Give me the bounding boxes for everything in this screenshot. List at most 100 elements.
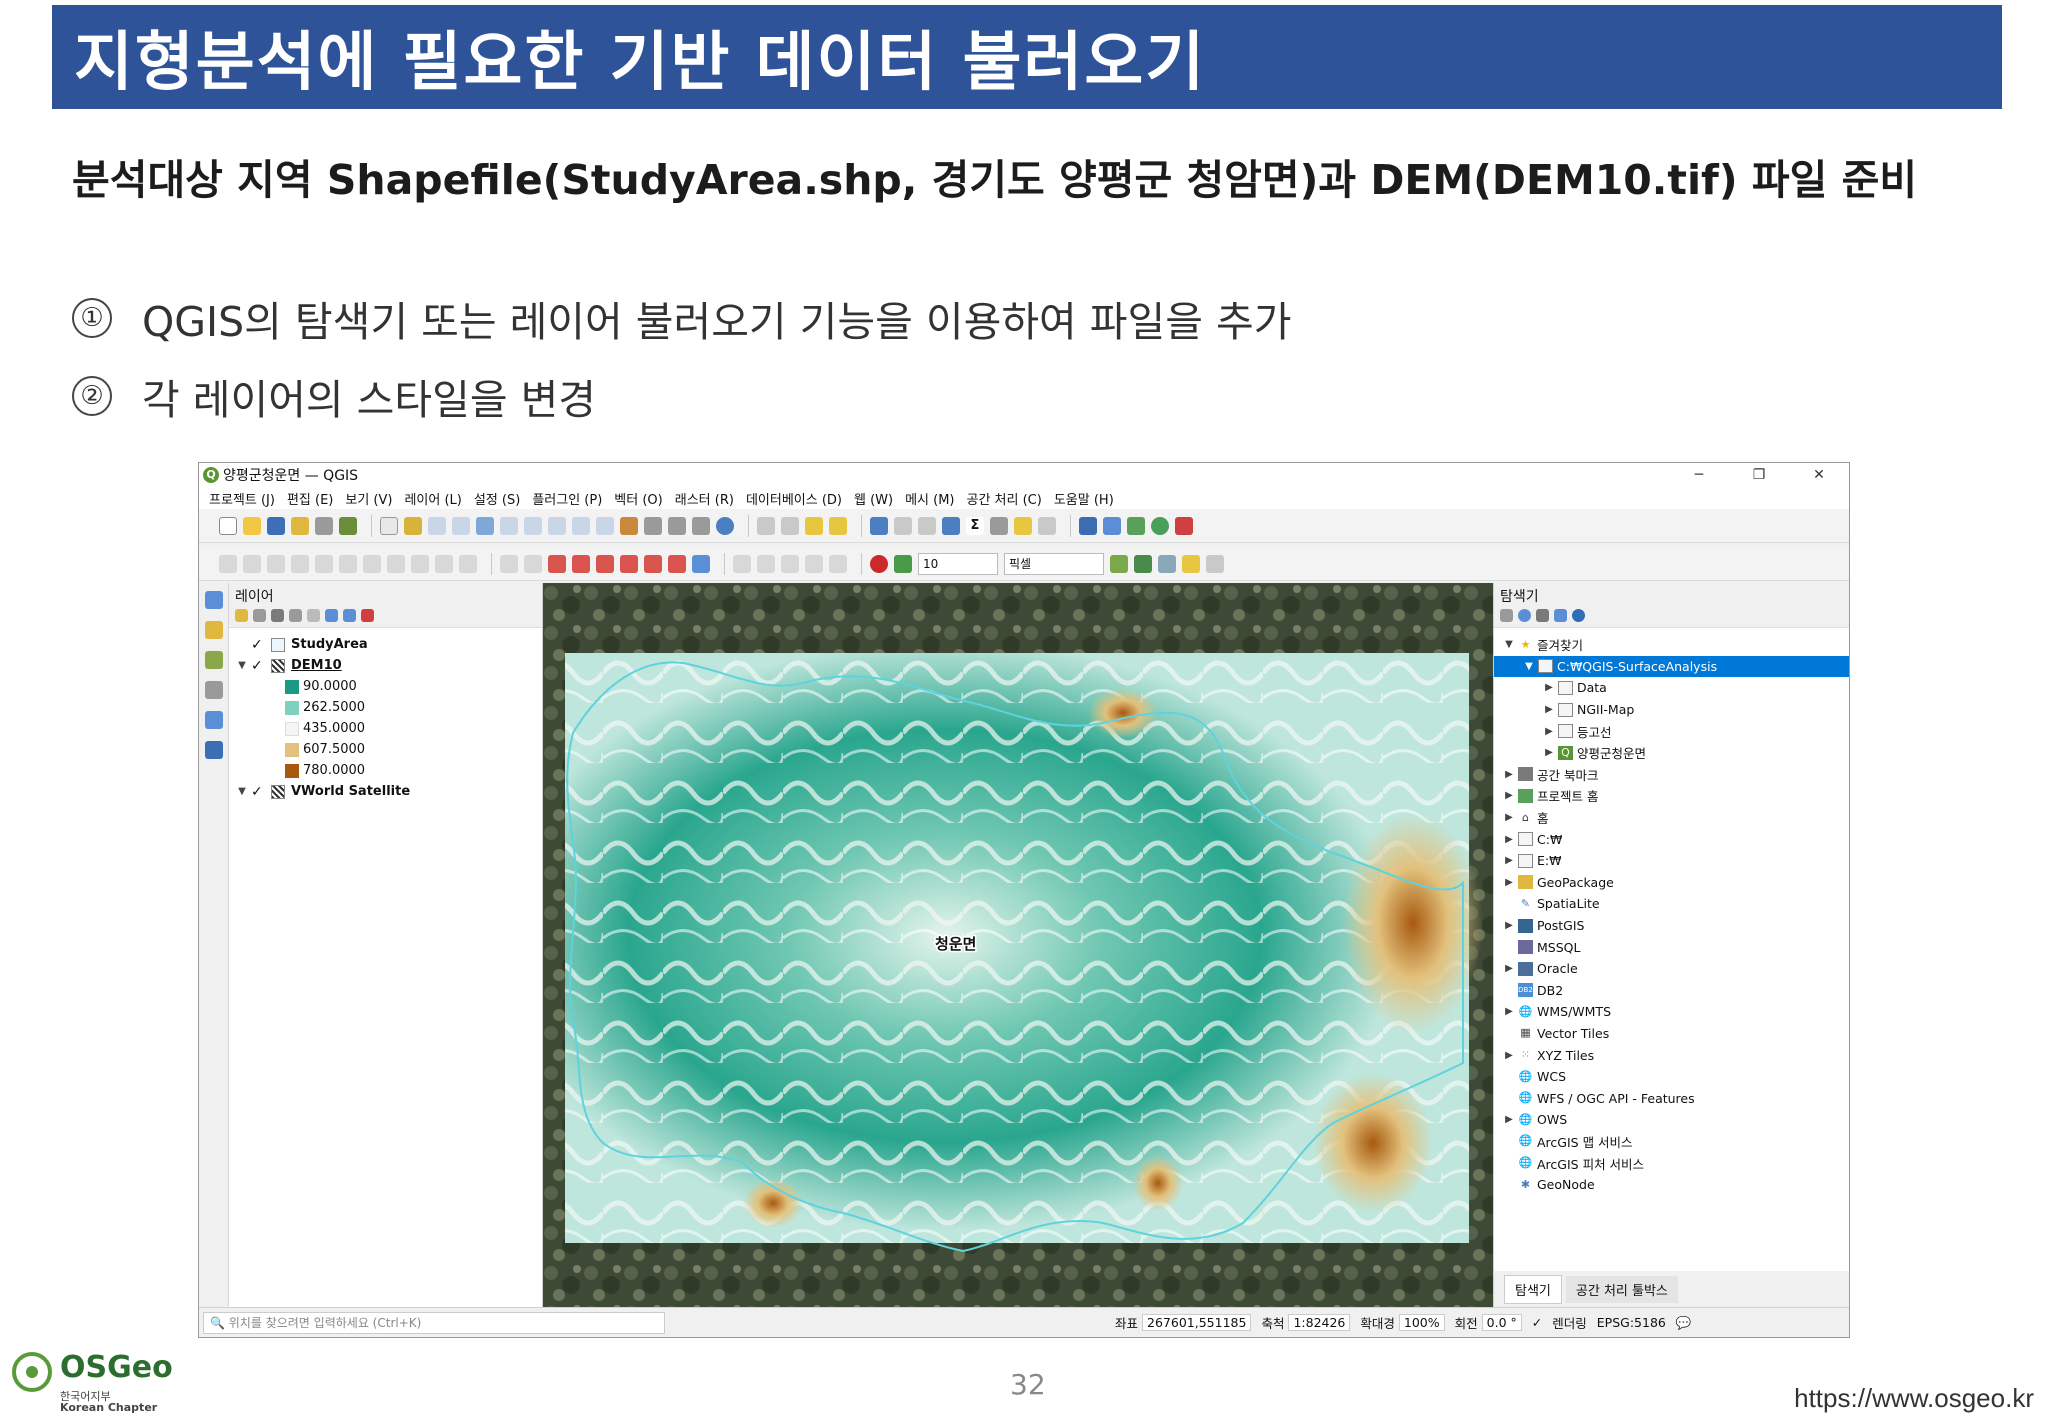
- close-button[interactable]: ✕: [1789, 463, 1849, 487]
- browser-item[interactable]: ▼ ★ 즐겨찾기: [1494, 634, 1849, 656]
- add-delimited-text-icon[interactable]: [205, 681, 223, 699]
- browser-item[interactable]: ▶ C:₩: [1494, 828, 1849, 850]
- expand-arrow-icon[interactable]: ▶: [1500, 1006, 1518, 1017]
- coordinate-field[interactable]: 267601,551185: [1142, 1314, 1252, 1331]
- add-selected-layers-icon[interactable]: [1500, 608, 1513, 622]
- layer-row-vworld[interactable]: ▼ ✓ VWorld Satellite: [229, 781, 542, 802]
- self-snap-icon[interactable]: [1182, 554, 1200, 573]
- menu-view[interactable]: 보기 (V): [345, 489, 392, 508]
- expand-arrow-icon[interactable]: ▶: [1540, 747, 1558, 758]
- layer-row-studyarea[interactable]: ✓ StudyArea: [229, 634, 542, 655]
- crs-button[interactable]: EPSG:5186: [1597, 1315, 1666, 1330]
- add-group-icon[interactable]: [253, 608, 266, 622]
- snap-tolerance-spinbox[interactable]: 10: [918, 552, 998, 575]
- delete-selected-icon[interactable]: [339, 554, 357, 573]
- menu-help[interactable]: 도움말 (H): [1054, 489, 1114, 508]
- expand-arrow-icon[interactable]: ▶: [1500, 1050, 1518, 1061]
- zoom-next-icon[interactable]: [596, 516, 614, 535]
- menu-settings[interactable]: 설정 (S): [474, 489, 520, 508]
- menu-web[interactable]: 웹 (W): [854, 489, 893, 508]
- python-console-icon[interactable]: [1079, 516, 1097, 535]
- georeferencer-icon[interactable]: [692, 554, 710, 573]
- change-label-icon[interactable]: [644, 554, 662, 573]
- expand-arrow-icon[interactable]: ▶: [1540, 682, 1558, 693]
- cut-features-icon[interactable]: [363, 554, 381, 573]
- digitize-icon[interactable]: [291, 554, 309, 573]
- tab-browser[interactable]: 탐색기: [1504, 1274, 1562, 1304]
- new-map-view-icon[interactable]: [620, 516, 638, 535]
- manage-map-themes-icon[interactable]: [271, 608, 284, 622]
- current-edits-icon[interactable]: [219, 554, 237, 573]
- paste-features-icon[interactable]: [411, 554, 429, 573]
- browser-item[interactable]: ▶ ⁙ XYZ Tiles: [1494, 1044, 1849, 1066]
- zoom-selection-icon[interactable]: [500, 516, 518, 535]
- move-label-icon[interactable]: [596, 554, 614, 573]
- browser-item[interactable]: 🌐 WCS: [1494, 1066, 1849, 1088]
- filter-expression-icon[interactable]: [307, 608, 320, 622]
- tab-processing-toolbox[interactable]: 공간 처리 툴박스: [1565, 1275, 1678, 1303]
- browser-item[interactable]: ▶ Data: [1494, 677, 1849, 699]
- add-virtual-layer-icon[interactable]: [205, 741, 223, 759]
- new-layout-icon[interactable]: [291, 516, 309, 535]
- menu-plugins[interactable]: 플러그인 (P): [532, 489, 602, 508]
- highlight-label-icon[interactable]: [548, 554, 566, 573]
- bookmark-new-icon[interactable]: [668, 516, 686, 535]
- select-by-value-icon[interactable]: [805, 516, 823, 535]
- zoom-native-icon[interactable]: [548, 516, 566, 535]
- expand-arrow-icon[interactable]: ▶: [1500, 834, 1518, 845]
- collapse-all-icon[interactable]: [1554, 608, 1567, 622]
- magnifier-spinbox[interactable]: 100%: [1398, 1314, 1445, 1331]
- zoom-in-icon[interactable]: [428, 516, 446, 535]
- undo-icon[interactable]: [1103, 516, 1121, 535]
- minimize-button[interactable]: ─: [1669, 463, 1729, 487]
- field-calculator-icon[interactable]: [918, 516, 936, 535]
- browser-item[interactable]: ✱ GeoNode: [1494, 1174, 1849, 1196]
- browser-item[interactable]: ▶ 🌐 OWS: [1494, 1109, 1849, 1131]
- pin-label-icon[interactable]: [524, 554, 542, 573]
- browser-item[interactable]: ▶ 등고선: [1494, 720, 1849, 742]
- expand-all-icon[interactable]: [325, 608, 338, 622]
- browser-item[interactable]: ▶ Oracle: [1494, 958, 1849, 980]
- filter-legend-icon[interactable]: [289, 608, 302, 622]
- expand-arrow-icon[interactable]: ▶: [1500, 790, 1518, 801]
- snap-units-select[interactable]: 픽셀: [1004, 552, 1104, 575]
- browser-item[interactable]: ✎ SpatiaLite: [1494, 893, 1849, 915]
- expand-arrow-icon[interactable]: ▶: [1500, 877, 1518, 888]
- style-manager-icon[interactable]: [339, 516, 357, 535]
- add-vector-layer-icon[interactable]: [205, 621, 223, 639]
- maximize-button[interactable]: ❐: [1729, 463, 1789, 487]
- expand-arrow-icon[interactable]: ▶: [1500, 812, 1518, 823]
- toggle-editing-icon[interactable]: [243, 554, 261, 573]
- copy-features-icon[interactable]: [387, 554, 405, 573]
- browser-item[interactable]: ▶ Q 양평군청운면: [1494, 742, 1849, 764]
- browser-item[interactable]: MSSQL: [1494, 936, 1849, 958]
- redo-edit-icon[interactable]: [459, 554, 477, 573]
- locator-search-input[interactable]: 🔍 위치를 찾으려면 입력하세요 (Ctrl+K): [203, 1311, 665, 1334]
- pan-icon[interactable]: [380, 516, 398, 535]
- browser-item[interactable]: ▶ 🌐 WMS/WMTS: [1494, 1001, 1849, 1023]
- ellipse-icon[interactable]: [805, 554, 823, 573]
- remove-layer-icon[interactable]: [361, 608, 374, 622]
- temporal-icon[interactable]: [644, 516, 662, 535]
- browser-item[interactable]: 🌐 ArcGIS 피처 서비스: [1494, 1152, 1849, 1174]
- add-raster-layer-icon[interactable]: [205, 651, 223, 669]
- globe-plugin-icon[interactable]: [1151, 516, 1169, 535]
- expand-arrow-icon[interactable]: ▶: [1500, 920, 1518, 931]
- properties-icon[interactable]: [1572, 608, 1585, 622]
- filter-icon[interactable]: [1536, 608, 1549, 622]
- identify-icon[interactable]: [757, 516, 775, 535]
- snap-type-icon[interactable]: [894, 554, 912, 573]
- topology-icon[interactable]: [1134, 554, 1152, 573]
- browser-item[interactable]: ▶ 프로젝트 홈: [1494, 785, 1849, 807]
- browser-item[interactable]: ▶ GeoPackage: [1494, 872, 1849, 894]
- layer-checkbox[interactable]: ✓: [251, 638, 265, 652]
- shape-digitize-icon[interactable]: [733, 554, 751, 573]
- layout-manager-icon[interactable]: [315, 516, 333, 535]
- add-database-layer-icon[interactable]: [205, 711, 223, 729]
- expand-arrow-icon[interactable]: ▶: [1500, 769, 1518, 780]
- expand-arrow-icon[interactable]: ▶: [1500, 855, 1518, 866]
- expand-arrow-icon[interactable]: ▶: [1540, 726, 1558, 737]
- expand-arrow-icon[interactable]: ▶: [1500, 1114, 1518, 1125]
- zoom-last-icon[interactable]: [572, 516, 590, 535]
- messages-icon[interactable]: 💬: [1676, 1315, 1692, 1331]
